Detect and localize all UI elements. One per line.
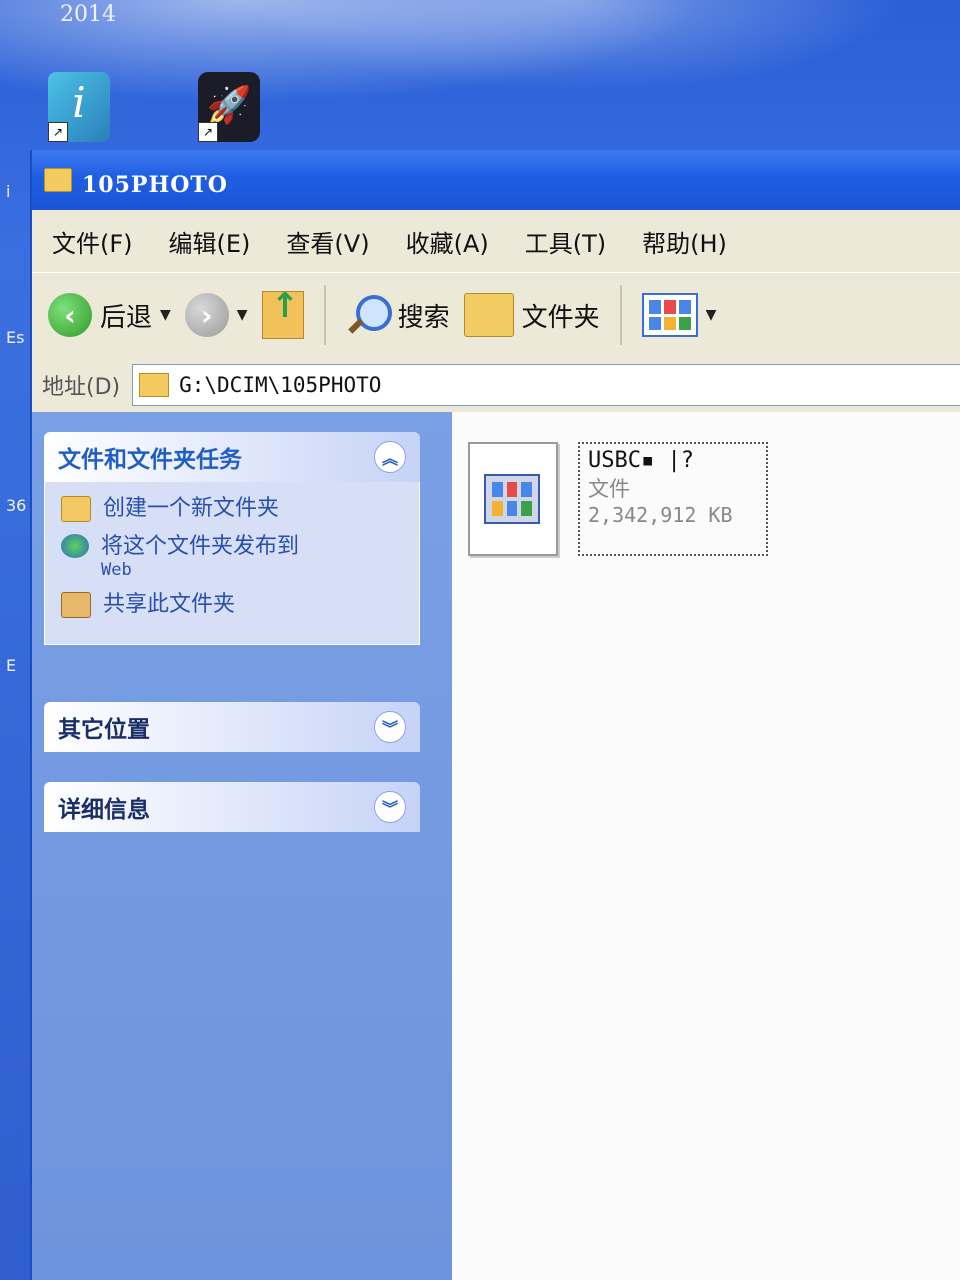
toolbar-separator (323, 285, 326, 345)
desktop-edge-text: E (6, 656, 17, 675)
collapse-chevron-icon[interactable]: ︽ (374, 441, 406, 473)
back-dropdown-icon[interactable]: ▼ (160, 307, 171, 323)
task-share-folder[interactable]: 共享此文件夹 (61, 592, 403, 618)
desktop-edge-text: Es (6, 328, 25, 347)
details-title: 详细信息 (58, 797, 150, 823)
desktop-edge-text: 36 (6, 496, 27, 515)
views-button[interactable]: ▼ (641, 293, 717, 337)
menu-tools[interactable]: 工具(T) (525, 224, 606, 259)
info-icon: i (72, 78, 86, 127)
file-tasks-header[interactable]: 文件和文件夹任务 ︽ (44, 432, 420, 482)
folder-icon (44, 168, 72, 192)
desktop-year-text: 2014 (60, 2, 116, 27)
address-path: G:\DCIM\105PHOTO (179, 373, 382, 397)
shortcut-arrow-icon: ↗ (48, 122, 68, 142)
search-label: 搜索 (397, 302, 450, 333)
file-tasks-body: 创建一个新文件夹 将这个文件夹发布到 Web 共享此文件夹 (44, 482, 420, 645)
search-icon (346, 293, 392, 337)
views-icon (641, 293, 698, 337)
file-type: 文件 (588, 477, 630, 501)
menu-help[interactable]: 帮助(H) (642, 224, 727, 259)
toolbar-separator (619, 285, 622, 345)
folders-label: 文件夹 (521, 302, 600, 333)
folders-button[interactable]: 文件夹 (463, 293, 600, 337)
expand-chevron-icon[interactable]: ︾ (374, 711, 406, 743)
explorer-window: 105PHOTO 文件(F) 编辑(E) 查看(V) 收藏(A) 工具(T) 帮… (30, 150, 960, 1280)
other-places-title: 其它位置 (58, 717, 150, 743)
details-header[interactable]: 详细信息 ︾ (44, 782, 420, 832)
other-places-header[interactable]: 其它位置 ︾ (44, 702, 420, 752)
file-name: USBC▪ |? (588, 448, 694, 473)
forward-button[interactable]: › ▼ (184, 293, 248, 337)
task-label: 将这个文件夹发布到 (101, 534, 300, 559)
toolbar: ‹ 后退 ▼ › ▼ ↑ 搜索 文件夹 ▼ (32, 272, 960, 357)
file-size: 2,342,912 KB (588, 503, 733, 527)
desktop-edge-text: i (6, 182, 11, 201)
up-button[interactable]: ↑ (261, 286, 304, 339)
address-label: 地址(D) (42, 375, 121, 400)
menu-bar: 文件(F) 编辑(E) 查看(V) 收藏(A) 工具(T) 帮助(H) (32, 210, 960, 272)
views-dropdown-icon[interactable]: ▼ (706, 307, 717, 323)
other-places-panel: 其它位置 ︾ (44, 702, 420, 752)
folders-icon (463, 293, 514, 337)
task-label: 共享此文件夹 (103, 592, 236, 617)
folder-icon (139, 373, 170, 397)
address-bar: 地址(D) G:\DCIM\105PHOTO (32, 357, 960, 414)
desktop-wallpaper (0, 0, 960, 160)
file-tasks-panel: 文件和文件夹任务 ︽ 创建一个新文件夹 将这个文件夹发布到 Web 共享此文件夹 (44, 432, 420, 645)
menu-file[interactable]: 文件(F) (52, 224, 133, 259)
file-label: USBC▪ |? 文件 2,342,912 KB (578, 442, 768, 556)
file-tasks-title: 文件和文件夹任务 (58, 447, 242, 473)
folder-up-icon: ↑ (261, 286, 304, 339)
task-sublabel: Web (101, 560, 132, 580)
back-arrow-icon: ‹ (48, 293, 92, 337)
menu-view[interactable]: 查看(V) (286, 224, 369, 259)
application-file-icon (468, 442, 558, 556)
expand-chevron-icon[interactable]: ︾ (374, 791, 406, 823)
task-new-folder[interactable]: 创建一个新文件夹 (61, 496, 403, 522)
shortcut-arrow-icon: ↗ (198, 122, 218, 142)
forward-arrow-icon: › (184, 293, 229, 337)
globe-icon (61, 534, 89, 558)
forward-dropdown-icon[interactable]: ▼ (237, 307, 248, 323)
task-pane: 文件和文件夹任务 ︽ 创建一个新文件夹 将这个文件夹发布到 Web 共享此文件夹… (32, 412, 452, 1280)
task-label: 创建一个新文件夹 (103, 496, 280, 521)
window-title: 105PHOTO (82, 172, 228, 198)
address-input[interactable]: G:\DCIM\105PHOTO (132, 364, 960, 406)
info-shortcut-icon[interactable]: i ↗ (48, 72, 110, 142)
menu-edit[interactable]: 编辑(E) (169, 224, 251, 259)
title-bar[interactable]: 105PHOTO (32, 150, 960, 210)
file-item[interactable]: USBC▪ |? 文件 2,342,912 KB (468, 442, 768, 556)
rocket-icon: 🚀 (206, 85, 252, 126)
rocket-shortcut-icon[interactable]: 🚀 ↗ (198, 72, 260, 142)
back-button[interactable]: ‹ 后退 ▼ (48, 293, 171, 337)
back-label: 后退 (100, 302, 153, 333)
new-folder-icon (61, 496, 91, 522)
file-list-pane[interactable]: USBC▪ |? 文件 2,342,912 KB (452, 412, 960, 1280)
task-publish-web[interactable]: 将这个文件夹发布到 Web (61, 534, 403, 580)
menu-favorites[interactable]: 收藏(A) (406, 224, 489, 259)
share-folder-icon (61, 592, 91, 618)
search-button[interactable]: 搜索 (346, 293, 450, 337)
details-panel: 详细信息 ︾ (44, 782, 420, 832)
